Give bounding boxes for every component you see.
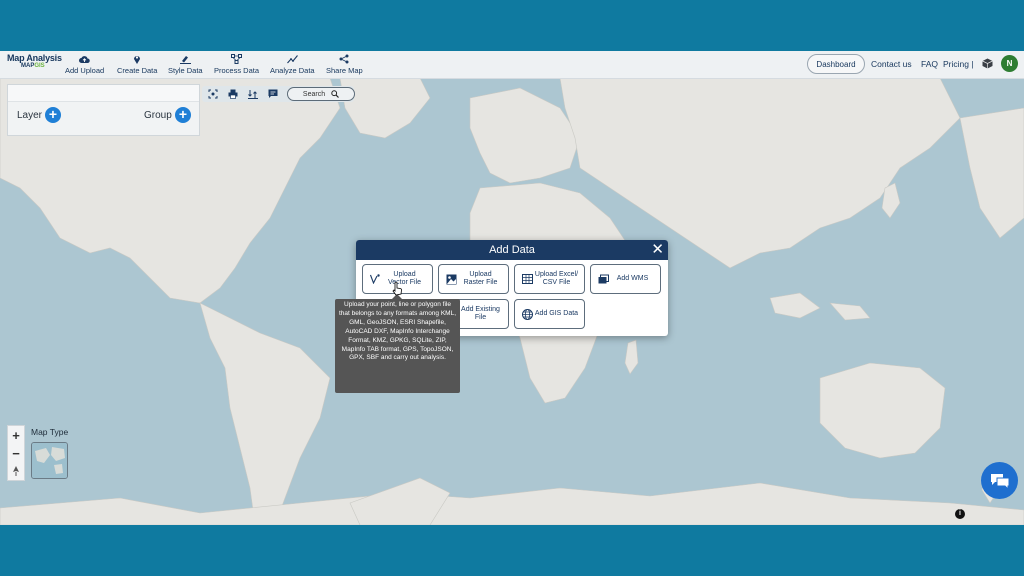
nav-add-upload[interactable]: Add Upload: [65, 53, 104, 75]
contact-us-link[interactable]: Contact us: [871, 59, 912, 69]
modal-title: Add Data: [489, 244, 535, 256]
brand-subtitle: MAPGIS: [21, 63, 65, 69]
map-toolbar: Search: [202, 86, 355, 102]
nav-label: Process Data: [214, 66, 260, 75]
analyze-chart-icon: [286, 53, 298, 65]
map-pin-icon: [131, 53, 143, 65]
nav-label: Style Data: [168, 66, 203, 75]
brand-title: Map Analysis: [7, 53, 62, 63]
vector-icon: [369, 273, 381, 285]
search-label: Search: [302, 90, 326, 98]
share-icon: [338, 53, 350, 65]
option-label: Add Existing File: [457, 306, 508, 322]
process-nodes-icon: [231, 53, 243, 65]
option-line2: CSV File: [542, 279, 571, 286]
nav-process-data[interactable]: Process Data: [214, 53, 259, 75]
option-line1: Upload: [469, 271, 492, 278]
group-label: Group: [144, 110, 172, 121]
layer-panel-header: [8, 85, 199, 102]
zoom-controls: + −: [7, 425, 25, 481]
upload-excel-csv-button[interactable]: Upload Excel/CSV File: [514, 264, 585, 294]
option-line1: Add WMS: [616, 275, 649, 282]
add-wms-button[interactable]: Add WMS: [590, 264, 661, 294]
cloud-upload-icon: [79, 53, 91, 65]
modal-header: Add Data ✕: [356, 240, 668, 260]
search-icon: [331, 90, 340, 98]
add-gis-data-button[interactable]: Add GIS Data: [514, 299, 585, 329]
nav-analyze-data[interactable]: Analyze Data: [270, 53, 315, 75]
paint-brush-icon: [179, 53, 191, 65]
comment-icon[interactable]: [268, 89, 278, 99]
option-line1: Upload: [393, 271, 416, 278]
brand-sub-prefix: MAP: [21, 63, 35, 69]
top-navbar: Map Analysis MAPGIS Add Upload Create Da…: [0, 51, 1024, 79]
brand-sub-suffix: GIS: [34, 63, 45, 69]
faq-link[interactable]: FAQ: [921, 59, 938, 69]
nav-share-map[interactable]: Share Map: [326, 53, 363, 75]
raster-image-icon: [445, 273, 457, 285]
print-icon[interactable]: [228, 89, 238, 99]
nav-label: Create Data: [117, 66, 158, 75]
nav-style-data[interactable]: Style Data: [168, 53, 203, 75]
nav-create-data[interactable]: Create Data: [117, 53, 157, 75]
spreadsheet-icon: [521, 273, 533, 285]
attribution-info-icon[interactable]: i: [955, 509, 965, 519]
map-type-thumbnail[interactable]: [31, 442, 68, 479]
pricing-link[interactable]: Pricing |: [943, 59, 974, 69]
option-line1: Add GIS Data: [534, 310, 579, 317]
option-label: Add WMS: [609, 275, 660, 283]
nav-label: Share Map: [326, 66, 363, 75]
nav-label: Analyze Data: [270, 66, 315, 75]
add-group-button[interactable]: +: [175, 107, 191, 123]
upload-raster-file-button[interactable]: Upload Raster File: [438, 264, 509, 294]
option-label: Upload Excel/CSV File: [533, 271, 584, 287]
chat-icon: [990, 473, 1009, 489]
option-label: Add GIS Data: [533, 310, 584, 318]
layer-label: Layer: [17, 110, 43, 121]
wms-layers-icon: [597, 273, 609, 285]
nav-label: Add Upload: [65, 66, 105, 75]
zoom-out-button[interactable]: −: [8, 444, 24, 462]
app-window: Map Analysis MAPGIS Add Upload Create Da…: [0, 51, 1024, 525]
globe-icon: [521, 308, 533, 320]
close-icon[interactable]: ✕: [651, 242, 664, 257]
compass-north-icon[interactable]: [8, 462, 24, 480]
fullscreen-focus-icon[interactable]: [208, 89, 218, 99]
layer-panel: Layer + Group +: [7, 84, 200, 136]
option-line2: File: [474, 314, 487, 321]
option-line2: Raster File: [463, 279, 498, 286]
option-line1: Add Existing: [461, 306, 500, 313]
option-label: Upload Raster File: [457, 271, 508, 287]
map-type-label: Map Type: [31, 427, 69, 437]
hand-cursor-icon: [392, 282, 402, 296]
measure-icon[interactable]: [248, 89, 258, 99]
option-label: Upload Vector File: [381, 271, 432, 287]
add-layer-button[interactable]: +: [45, 107, 61, 123]
vector-upload-tooltip: Upload your point, line or polygon file …: [335, 299, 460, 393]
search-button[interactable]: Search: [287, 87, 355, 101]
zoom-in-button[interactable]: +: [8, 426, 24, 444]
chat-support-button[interactable]: [981, 462, 1018, 499]
option-line1: Upload Excel/: [534, 271, 579, 278]
user-avatar[interactable]: N: [1001, 55, 1018, 72]
brand-logo[interactable]: Map Analysis MAPGIS: [7, 53, 65, 77]
cube-3d-icon[interactable]: [982, 58, 993, 69]
dashboard-button[interactable]: Dashboard: [807, 54, 865, 74]
